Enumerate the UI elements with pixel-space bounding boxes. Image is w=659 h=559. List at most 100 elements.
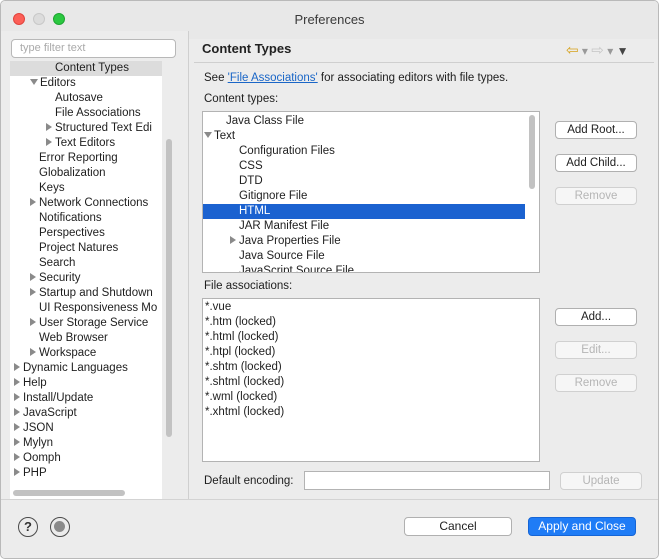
content-type-java-source-file[interactable]: Java Source File [203,249,525,264]
file-association-item[interactable]: *.xhtml (locked) [203,405,284,420]
expand-arrow-icon[interactable] [230,236,236,244]
tree-item-label: File Associations [55,107,141,119]
tree-item-autosave[interactable]: Autosave [10,91,162,106]
add-child-button[interactable]: Add Child... [555,154,637,172]
back-dropdown-icon[interactable]: ▾ [579,44,592,58]
content-type-html[interactable]: HTML [203,204,525,219]
tree-item-web-browser[interactable]: Web Browser [10,331,162,346]
tree-item-ui-responsiveness-mo[interactable]: UI Responsiveness Mo [10,301,162,316]
tree-item-workspace[interactable]: Workspace [10,346,162,361]
content-type-css[interactable]: CSS [203,159,525,174]
expand-arrow-icon[interactable] [14,438,20,446]
tree-item-mylyn[interactable]: Mylyn [10,436,162,451]
tree-item-startup-and-shutdown[interactable]: Startup and Shutdown [10,286,162,301]
content-type-label: JAR Manifest File [239,220,330,232]
tree-item-structured-text-edi[interactable]: Structured Text Edi [10,121,162,136]
file-association-item[interactable]: *.shtml (locked) [203,375,284,390]
add-association-button[interactable]: Add... [555,308,637,326]
content-type-jar-manifest-file[interactable]: JAR Manifest File [203,219,525,234]
expand-arrow-icon[interactable] [46,138,52,146]
tree-item-javascript[interactable]: JavaScript [10,406,162,421]
file-associations-link[interactable]: 'File Associations' [228,72,318,84]
tree-item-keys[interactable]: Keys [10,181,162,196]
tree-item-label: Content Types [55,62,129,74]
content-type-dtd[interactable]: DTD [203,174,525,189]
apply-and-close-button[interactable]: Apply and Close [528,517,636,536]
help-icon[interactable]: ? [18,517,38,537]
tree-item-install-update[interactable]: Install/Update [10,391,162,406]
expand-arrow-icon[interactable] [30,273,36,281]
expand-arrow-icon[interactable] [14,453,20,461]
edit-association-button[interactable]: Edit... [555,341,637,359]
expand-arrow-icon[interactable] [30,198,36,206]
file-association-item[interactable]: *.shtm (locked) [203,360,282,375]
tree-item-editors[interactable]: Editors [10,76,162,91]
remove-association-button[interactable]: Remove [555,374,637,392]
preference-tree[interactable]: Content Types Editors Autosave File Associa… [10,61,162,515]
tree-item-php[interactable]: PHP [10,466,162,481]
tree-vertical-scrollbar[interactable] [166,139,172,437]
file-association-item[interactable]: *.htpl (locked) [203,345,275,360]
view-menu-icon[interactable]: ▼ [617,44,629,58]
expand-arrow-icon[interactable] [14,378,20,386]
tree-item-globalization[interactable]: Globalization [10,166,162,181]
tree-item-oomph[interactable]: Oomph [10,451,162,466]
expand-arrow-icon[interactable] [14,468,20,476]
back-arrow-icon[interactable]: ⇦ [566,42,579,59]
file-associations-list[interactable]: *.vue *.htm (locked) *.html (locked) *.htpl… [202,298,540,462]
expand-arrow-icon[interactable] [14,423,20,431]
tree-item-label: PHP [23,467,47,479]
content-types-tree[interactable]: Java Class File Text Configuration Files CS… [202,111,540,273]
content-type-configuration-files[interactable]: Configuration Files [203,144,525,159]
tree-item-project-natures[interactable]: Project Natures [10,241,162,256]
content-type-label: Configuration Files [239,145,335,157]
tree-item-label: Text Editors [55,137,116,149]
remove-content-type-button[interactable]: Remove [555,187,637,205]
tree-item-search[interactable]: Search [10,256,162,271]
expand-arrow-icon[interactable] [30,288,36,296]
collapse-arrow-icon[interactable] [204,132,212,138]
tree-item-label: Install/Update [23,392,94,404]
expand-arrow-icon[interactable] [14,408,20,416]
filter-input[interactable]: type filter text [11,39,176,58]
add-root-button[interactable]: Add Root... [555,121,637,139]
tree-horizontal-scrollbar[interactable] [13,490,125,496]
update-button[interactable]: Update [560,472,642,490]
expand-arrow-icon[interactable] [30,318,36,326]
forward-dropdown-icon[interactable]: ▾ [604,44,617,58]
oomph-icon[interactable] [50,517,70,537]
tree-item-text-editors[interactable]: Text Editors [10,136,162,151]
tree-item-user-storage-service[interactable]: User Storage Service [10,316,162,331]
tree-item-dynamic-languages[interactable]: Dynamic Languages [10,361,162,376]
expand-arrow-icon[interactable] [46,123,52,131]
collapse-arrow-icon[interactable] [30,79,38,85]
tree-item-perspectives[interactable]: Perspectives [10,226,162,241]
tree-item-content-types[interactable]: Content Types [10,61,162,76]
tree-item-label: Keys [39,182,65,194]
content-type-javascript-source-file[interactable]: JavaScript Source File [203,264,525,272]
expand-arrow-icon[interactable] [14,393,20,401]
content-types-scrollbar[interactable] [529,115,535,189]
expand-arrow-icon[interactable] [14,363,20,371]
forward-arrow-icon[interactable]: ⇨ [591,42,604,59]
pane-divider[interactable] [188,31,189,499]
tree-item-network-connections[interactable]: Network Connections [10,196,162,211]
default-encoding-input[interactable] [304,471,550,490]
cancel-button[interactable]: Cancel [404,517,512,536]
content-type-text[interactable]: Text [203,129,525,144]
content-type-java-class-file[interactable]: Java Class File [203,114,525,129]
tree-item-file-associations[interactable]: File Associations [10,106,162,121]
tree-item-json[interactable]: JSON [10,421,162,436]
tree-item-help[interactable]: Help [10,376,162,391]
tree-item-notifications[interactable]: Notifications [10,211,162,226]
content-type-label: Java Source File [239,250,325,262]
content-type-java-properties-file[interactable]: Java Properties File [203,234,525,249]
file-association-item[interactable]: *.html (locked) [203,330,279,345]
content-type-gitignore-file[interactable]: Gitignore File [203,189,525,204]
file-association-item[interactable]: *.vue [203,300,231,315]
file-association-item[interactable]: *.wml (locked) [203,390,277,405]
file-association-item[interactable]: *.htm (locked) [203,315,276,330]
tree-item-security[interactable]: Security [10,271,162,286]
expand-arrow-icon[interactable] [30,348,36,356]
tree-item-error-reporting[interactable]: Error Reporting [10,151,162,166]
